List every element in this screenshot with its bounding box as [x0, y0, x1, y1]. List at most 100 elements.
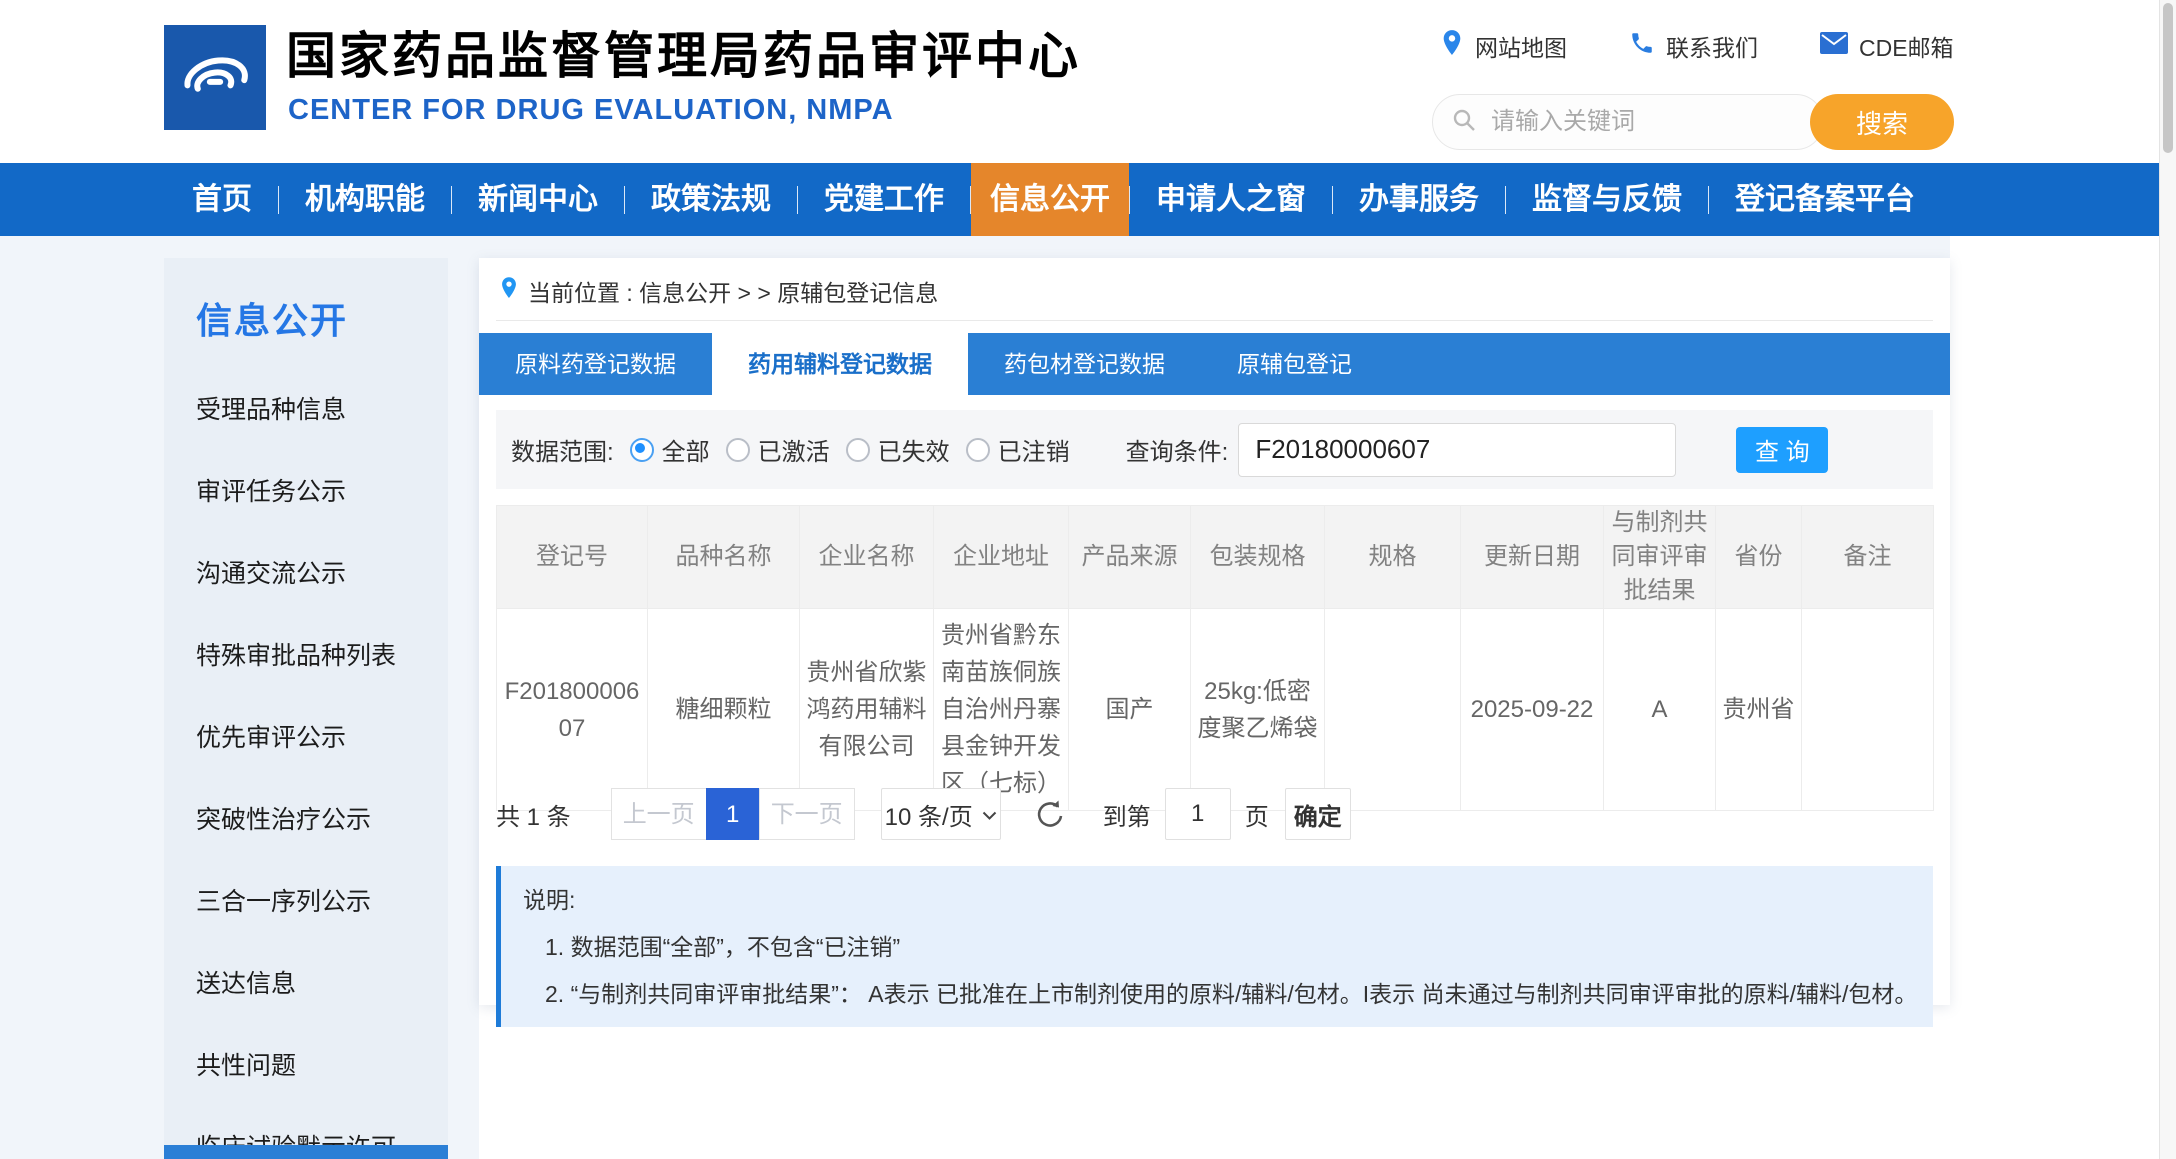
goto-page-input[interactable] — [1165, 788, 1231, 840]
next-page-button[interactable]: 下一页 — [759, 788, 855, 840]
sidebar-item-review-tasks[interactable]: 审评任务公示 — [196, 472, 448, 508]
nav-item-applicant-window[interactable]: 申请人之窗 — [1130, 163, 1332, 236]
current-page-button[interactable]: 1 — [706, 788, 760, 840]
cell-company-name: 贵州省欣紫鸿药用辅料有限公司 — [800, 609, 934, 811]
sidebar-item-special-approval-list[interactable]: 特殊审批品种列表 — [196, 636, 448, 672]
sidebar-item-delivery-info[interactable]: 送达信息 — [196, 964, 448, 1000]
cell-packaging-spec: 25kg:低密度聚乙烯袋 — [1191, 609, 1325, 811]
nav-item-functions[interactable]: 机构职能 — [279, 163, 451, 236]
cell-province: 贵州省 — [1716, 609, 1802, 811]
radio-option-all[interactable]: 全部 — [630, 432, 710, 467]
radio-icon — [630, 438, 654, 462]
cell-registration-number: F20180000607 — [497, 609, 648, 811]
cell-spec — [1325, 609, 1461, 811]
registration-table: 登记号 品种名称 企业名称 企业地址 产品来源 包装规格 规格 更新日期 与制剂… — [496, 505, 1934, 811]
table-row: F20180000607 糖细颗粒 贵州省欣紫鸿药用辅料有限公司 贵州省黔东南苗… — [497, 609, 1934, 811]
sidebar: 信息公开 受理品种信息 审评任务公示 沟通交流公示 特殊审批品种列表 优先审评公… — [164, 258, 448, 1159]
nav-item-registration-platform[interactable]: 登记备案平台 — [1709, 163, 1941, 236]
cell-product-origin: 国产 — [1069, 609, 1191, 811]
query-button[interactable]: 查 询 — [1736, 427, 1828, 473]
page: 国家药品监督管理局药品审评中心 CENTER FOR DRUG EVALUATI… — [0, 0, 2176, 1159]
scrollbar-thumb[interactable] — [2163, 3, 2173, 153]
page-background-gap — [448, 258, 479, 1159]
cell-remarks — [1802, 609, 1934, 811]
site-search-input[interactable] — [1489, 107, 1713, 137]
nav-item-supervision-feedback[interactable]: 监督与反馈 — [1506, 163, 1708, 236]
main-nav: 首页 机构职能 新闻中心 政策法规 党建工作 信息公开 申请人之窗 办事服务 监… — [0, 163, 2176, 236]
sidebar-item-three-in-one-sequence[interactable]: 三合一序列公示 — [196, 882, 448, 918]
page-button-group: 上一页 1 下一页 — [611, 788, 855, 840]
col-header-product-origin: 产品来源 — [1069, 506, 1191, 609]
breadcrumb-pin-icon — [499, 275, 519, 307]
col-header-spec: 规格 — [1325, 506, 1461, 609]
tab-api-registration-data[interactable]: 原料药登记数据 — [479, 333, 712, 395]
vertical-scrollbar[interactable] — [2159, 0, 2176, 1159]
table-header-row: 登记号 品种名称 企业名称 企业地址 产品来源 包装规格 规格 更新日期 与制剂… — [497, 506, 1934, 609]
sidebar-item-priority-review[interactable]: 优先审评公示 — [196, 718, 448, 754]
prev-page-button[interactable]: 上一页 — [611, 788, 707, 840]
col-header-packaging-spec: 包装规格 — [1191, 506, 1325, 609]
radio-option-cancelled[interactable]: 已注销 — [966, 432, 1070, 467]
col-header-variety-name: 品种名称 — [648, 506, 800, 609]
col-header-registration-number: 登记号 — [497, 506, 648, 609]
sidebar-title: 信息公开 — [196, 292, 448, 344]
query-label: 查询条件: — [1126, 432, 1229, 467]
cde-swan-logo-icon — [172, 32, 258, 123]
site-title: 国家药品监督管理局药品审评中心 — [286, 16, 1081, 88]
sidebar-item-breakthrough-therapy[interactable]: 突破性治疗公示 — [196, 800, 448, 836]
sidebar-item-common-issues[interactable]: 共性问题 — [196, 1046, 448, 1082]
cell-company-address: 贵州省黔东南苗族侗族自治州丹寨县金钟开发区（七标） — [934, 609, 1069, 811]
col-header-company-address: 企业地址 — [934, 506, 1069, 609]
chevron-down-icon — [982, 800, 997, 828]
content-card: 当前位置 : 信息公开 > > 原辅包登记信息 原料药登记数据 药用辅料登记数据… — [479, 258, 1950, 1005]
envelope-icon — [1820, 32, 1848, 60]
site-header: 国家药品监督管理局药品审评中心 CENTER FOR DRUG EVALUATI… — [0, 0, 2176, 163]
radio-icon — [726, 438, 750, 462]
filter-bar: 数据范围: 全部 已激活 已失效 已注销 查询条件: 查 询 — [496, 410, 1933, 489]
header-quick-links: 网站地图 联系我们 CDE邮箱 — [1440, 28, 1954, 64]
radio-option-expired[interactable]: 已失效 — [846, 432, 950, 467]
radio-icon — [846, 438, 870, 462]
radio-icon — [966, 438, 990, 462]
page-size-select[interactable]: 10 条/页 — [881, 788, 1001, 840]
goto-page-label: 到第 — [1103, 797, 1151, 832]
cell-variety-name: 糖细颗粒 — [648, 609, 800, 811]
nav-item-services[interactable]: 办事服务 — [1333, 163, 1505, 236]
total-count: 共 1 条 — [496, 797, 571, 832]
col-header-company-name: 企业名称 — [800, 506, 934, 609]
nav-item-policies[interactable]: 政策法规 — [625, 163, 797, 236]
pagination: 共 1 条 上一页 1 下一页 10 条/页 到第 页 确定 — [496, 788, 1351, 840]
sidebar-item-communication[interactable]: 沟通交流公示 — [196, 554, 448, 590]
breadcrumb-text: 当前位置 : 信息公开 > > 原辅包登记信息 — [528, 274, 938, 308]
scope-label: 数据范围: — [511, 432, 614, 467]
note-title: 说明: — [523, 881, 1911, 915]
cell-update-date: 2025-09-22 — [1461, 609, 1604, 811]
sidebar-active-item-bar[interactable] — [164, 1145, 448, 1159]
site-search-button[interactable]: 搜索 — [1810, 94, 1954, 150]
nav-item-info-disclosure[interactable]: 信息公开 — [971, 163, 1129, 236]
nav-item-party-building[interactable]: 党建工作 — [798, 163, 970, 236]
goto-confirm-button[interactable]: 确定 — [1285, 788, 1351, 840]
tab-packaging-registration-data[interactable]: 药包材登记数据 — [968, 333, 1201, 395]
cde-mail-link[interactable]: CDE邮箱 — [1820, 29, 1954, 63]
sidebar-item-accepted-varieties[interactable]: 受理品种信息 — [196, 390, 448, 426]
col-header-update-date: 更新日期 — [1461, 506, 1604, 609]
dataset-tabbar: 原料药登记数据 药用辅料登记数据 药包材登记数据 原辅包登记 — [479, 333, 1950, 395]
page-background-left-strip — [0, 236, 164, 1159]
note-line-1: 1. 数据范围“全部”，不包含“已注销” — [545, 928, 1911, 962]
nav-item-home[interactable]: 首页 — [166, 163, 278, 236]
goto-page-unit: 页 — [1245, 797, 1269, 832]
col-header-joint-review-result: 与制剂共同审评审批结果 — [1604, 506, 1716, 609]
tab-excipient-registration-data[interactable]: 药用辅料登记数据 — [712, 333, 968, 395]
radio-option-activated[interactable]: 已激活 — [726, 432, 830, 467]
contact-us-link[interactable]: 联系我们 — [1629, 29, 1758, 63]
query-input[interactable] — [1238, 423, 1676, 477]
tab-apipkg-registration[interactable]: 原辅包登记 — [1201, 333, 1388, 395]
nav-item-news[interactable]: 新闻中心 — [452, 163, 624, 236]
breadcrumb-divider — [496, 320, 1933, 321]
col-header-remarks: 备注 — [1802, 506, 1934, 609]
phone-icon — [1629, 30, 1655, 62]
refresh-icon[interactable] — [1031, 795, 1069, 833]
site-logo[interactable] — [164, 25, 266, 130]
sitemap-link[interactable]: 网站地图 — [1440, 28, 1567, 64]
